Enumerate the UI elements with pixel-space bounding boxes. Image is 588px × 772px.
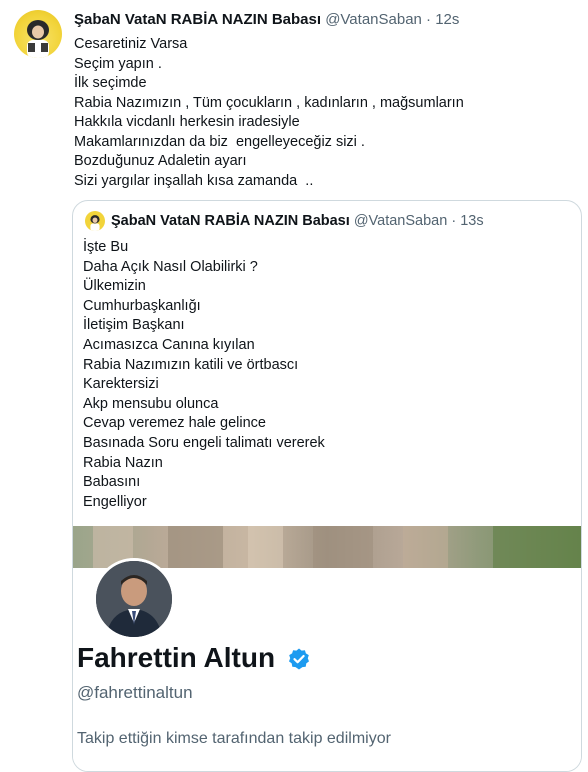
quoted-text-line: Babasını (83, 474, 141, 491)
quoted-text-line: Basınada Soru engeli talimatı vererek (83, 434, 325, 451)
tweet-text-line: Bozduğunuz Adaletin ayarı (74, 153, 247, 169)
tweet-text: Cesaretiniz Varsa Seçim yapın . İlk seçi… (74, 35, 464, 191)
quoted-avatar-portrait-icon (90, 215, 100, 231)
quoted-tweet-header: ŞabaN VataN RABİA NAZIN Babası @VatanSab… (111, 213, 484, 229)
tweet-text-line: Sizi yargılar inşallah kısa zamanda .. (74, 172, 314, 189)
quoted-text-line: Acımasızca Canına kıyılan (83, 336, 255, 353)
avatar-portrait-icon (27, 20, 49, 58)
header-separator: · (426, 11, 432, 28)
quoted-text-line: Karektersizi (83, 376, 159, 393)
profile-name: Fahrettin Altun (77, 642, 276, 673)
quoted-author-handle[interactable]: @VatanSaban (354, 213, 447, 229)
quoted-text-line: Rabia Nazın (83, 454, 163, 471)
profile-handle: @fahrettinaltun (77, 683, 193, 702)
quoted-text-line: İletişim Başkanı (83, 317, 185, 334)
tweet-text-line: İlk seçimde (74, 75, 147, 91)
tweet-text-line: Cesaretiniz Varsa (74, 36, 188, 52)
quoted-text-line: İşte Bu (83, 239, 129, 255)
tweet-header: ŞabaN VataN RABİA NAZIN Babası @VatanSab… (74, 11, 459, 28)
quoted-text-line: Cumhurbaşkanlığı (83, 297, 201, 314)
quoted-author-name[interactable]: ŞabaN VataN RABİA NAZIN Babası (111, 213, 350, 229)
quoted-header-separator: · (451, 213, 457, 229)
quoted-text-line: Engelliyor (83, 493, 147, 510)
tweet-text-line: Hakkıla vicdanlı herkesin iradesiyle (74, 114, 300, 130)
attached-profile-screenshot[interactable]: Fahrettin Altun @fahrettinaltun Takip et… (73, 526, 581, 771)
profile-avatar (93, 558, 175, 640)
tweet-text-line: Rabia Nazımızın , Tüm çocukların , kadın… (74, 94, 464, 111)
quoted-text-line: Daha Açık Nasıl Olabilirki ? (83, 258, 258, 275)
quoted-text-line: Cevap veremez hale gelince (83, 415, 266, 432)
quoted-tweet[interactable]: ŞabaN VataN RABİA NAZIN Babası @VatanSab… (72, 200, 582, 772)
tweet-timestamp[interactable]: 12s (435, 11, 459, 28)
profile-portrait-icon (96, 561, 172, 637)
quoted-tweet-text: İşte Bu Daha Açık Nasıl Olabilirki ? Ülk… (83, 238, 325, 512)
quoted-author-avatar[interactable] (85, 211, 105, 231)
verified-badge-icon (289, 648, 309, 670)
tweet-text-line: Makamlarınızdan da biz engelleyeceğiz si… (74, 133, 365, 150)
follow-context-note: Takip ettiğin kimse tarafından takip edi… (77, 730, 391, 747)
author-avatar[interactable] (14, 10, 62, 58)
quoted-text-line: Rabia Nazımızın katili ve örtbascı (83, 356, 299, 373)
quoted-tweet-timestamp[interactable]: 13s (460, 213, 483, 229)
quoted-text-line: Ülkemizin (83, 278, 146, 295)
tweet[interactable]: ŞabaN VataN RABİA NAZIN Babası @VatanSab… (0, 0, 588, 772)
author-handle[interactable]: @VatanSaban (325, 11, 422, 28)
tweet-text-line: Seçim yapın . (74, 55, 162, 72)
author-name[interactable]: ŞabaN VataN RABİA NAZIN Babası (74, 11, 321, 28)
quoted-text-line: Akp mensubu olunca (83, 395, 219, 412)
